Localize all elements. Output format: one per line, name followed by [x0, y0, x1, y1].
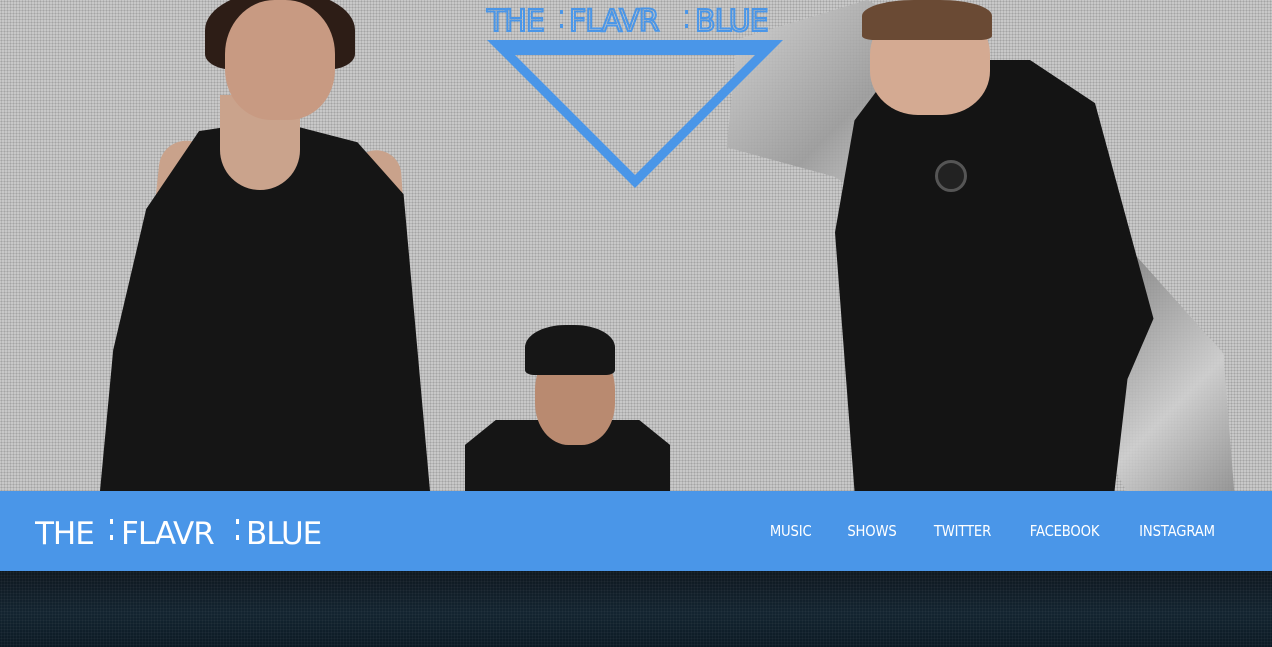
- hero-logo-divider: [560, 24, 563, 28]
- logo-divider: [236, 535, 239, 540]
- content-section-background: [0, 571, 1272, 647]
- nav-link-instagram[interactable]: INSTAGRAM: [1139, 522, 1215, 540]
- nav-link-facebook[interactable]: FACEBOOK: [1030, 522, 1100, 540]
- hero-logo-divider: [685, 10, 688, 14]
- band-member-right: [835, 60, 1154, 491]
- triangle-icon: [487, 40, 783, 188]
- hero-logo-the: THE: [486, 4, 544, 39]
- band-member-center-cap: [525, 325, 615, 375]
- band-member-right-hair: [862, 0, 992, 40]
- band-member-left-head: [225, 0, 335, 120]
- site-logo-blue: BLUE: [246, 516, 321, 552]
- nav-link-shows[interactable]: SHOWS: [847, 522, 896, 540]
- wristwatch: [935, 160, 967, 192]
- hero-logo-divider: [560, 10, 563, 14]
- nav-link-twitter[interactable]: TWITTER: [934, 522, 991, 540]
- nav-menu: MUSIC SHOWS TWITTER FACEBOOK INSTAGRAM: [767, 491, 1220, 571]
- site-logo-the: THE: [35, 516, 94, 552]
- logo-divider: [110, 519, 113, 524]
- hero-logo-divider: [685, 24, 688, 28]
- nav-link-music[interactable]: MUSIC: [769, 522, 811, 540]
- site-logo-flavr: FLAVR: [121, 516, 214, 552]
- hero-logo-flavr: FLAVR: [569, 4, 659, 39]
- logo-divider: [110, 535, 113, 540]
- site-logo[interactable]: THE FLAVR BLUE: [35, 507, 335, 555]
- main-navbar: THE FLAVR BLUE MUSIC SHOWS TWITTER FACEB…: [0, 491, 1272, 571]
- hero-logo-blue: BLUE: [695, 4, 768, 39]
- logo-divider: [236, 519, 239, 524]
- hero-logo: THE FLAVR BLUE: [485, 3, 783, 188]
- hero-banner: THE FLAVR BLUE: [0, 0, 1272, 491]
